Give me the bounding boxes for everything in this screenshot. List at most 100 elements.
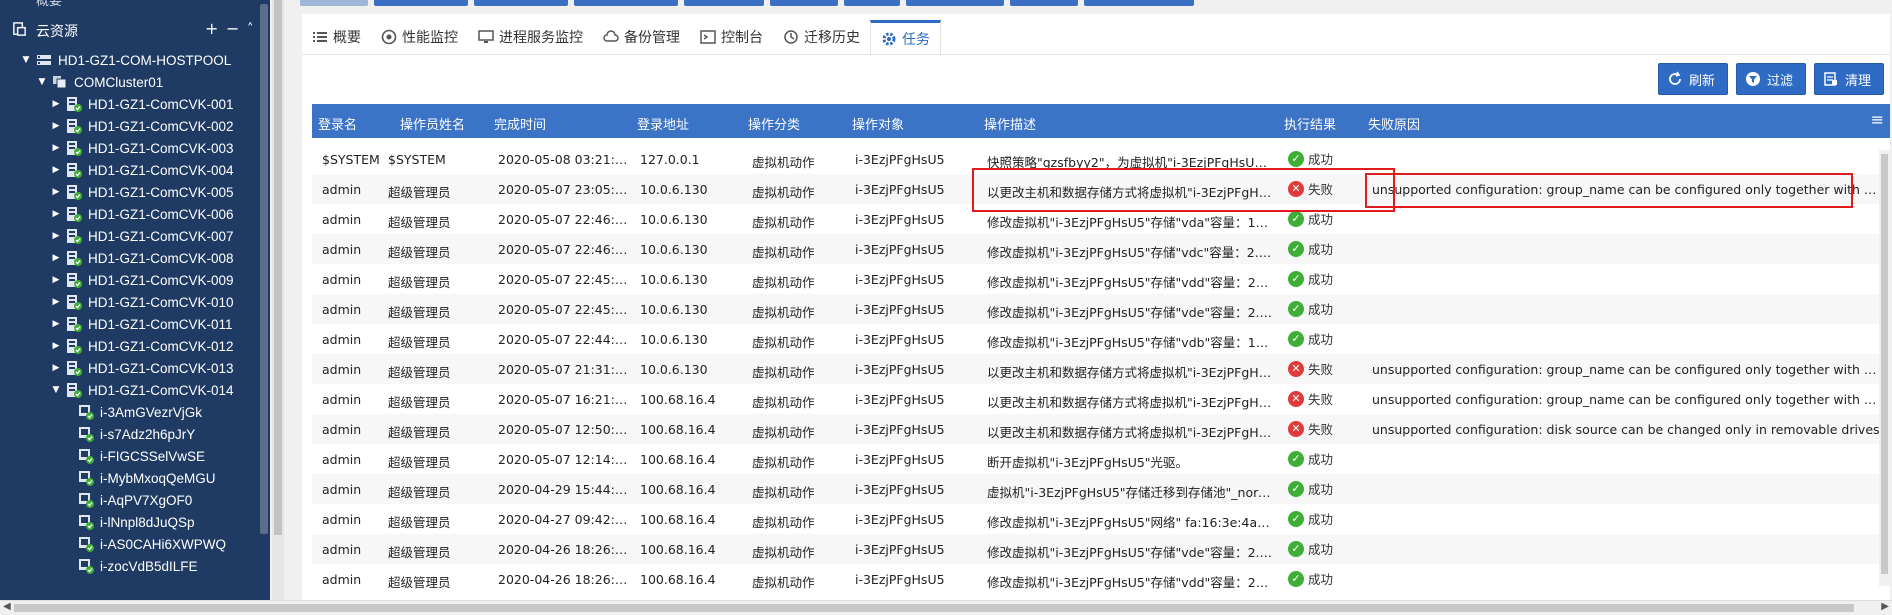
table-row[interactable]: admin 超级管理员 2020-05-07 12:50:54 100.68.16.4… xyxy=(312,414,1890,444)
top-button[interactable] xyxy=(374,0,468,6)
tree-node-host[interactable]: ▶ HD1-GZ1-ComCVK-009 xyxy=(50,269,234,291)
tree-node-vm[interactable]: i-AqPV7XgOF0 xyxy=(78,489,192,511)
table-vertical-scrollbar[interactable] xyxy=(1879,150,1890,586)
expand-right-icon[interactable]: ▶ xyxy=(50,363,62,373)
tree-node-vm[interactable]: i-AS0CAHi6XWPWQ xyxy=(78,533,226,555)
tree-node-vm[interactable]: i-3AmGVezrVjGk xyxy=(78,401,202,423)
col-header-target[interactable]: 操作对象 xyxy=(852,114,904,133)
tab-migration-history[interactable]: 迁移历史 xyxy=(773,20,870,54)
expand-down-icon[interactable]: ▼ xyxy=(36,77,48,87)
tree-node-vm[interactable]: i-lNnpl8dJuQSp xyxy=(78,511,195,533)
table-row[interactable]: admin 超级管理员 2020-05-07 16:21:07 100.68.16.4… xyxy=(312,384,1890,414)
top-button[interactable] xyxy=(770,0,838,6)
table-row[interactable]: admin 超级管理员 2020-05-07 21:31:11 10.0.6.130 虚… xyxy=(312,354,1890,384)
top-button[interactable] xyxy=(684,0,764,6)
tree-node-cluster[interactable]: ▼ COMCluster01 xyxy=(36,71,164,93)
tab-console[interactable]: 控制台 xyxy=(690,20,773,54)
expand-right-icon[interactable]: ▶ xyxy=(50,165,62,175)
tab-performance[interactable]: 性能监控 xyxy=(371,20,468,54)
tree-node-host[interactable]: ▶ HD1-GZ1-ComCVK-004 xyxy=(50,159,234,181)
horizontal-scrollbar[interactable]: ◀ ▶ xyxy=(0,600,1892,615)
expand-right-icon[interactable]: ▶ xyxy=(50,341,62,351)
top-button[interactable] xyxy=(1084,0,1194,6)
collapse-icon[interactable]: ˄ xyxy=(247,22,254,37)
add-icon[interactable]: + xyxy=(205,19,218,38)
tree-node-label: COMCluster01 xyxy=(74,74,164,90)
tree-node-host[interactable]: ▶ HD1-GZ1-ComCVK-007 xyxy=(50,225,234,247)
col-header-result[interactable]: 执行结果 xyxy=(1284,114,1336,133)
expand-right-icon[interactable]: ▶ xyxy=(50,319,62,329)
tree-node-host[interactable]: ▼ HD1-GZ1-ComCVK-014 xyxy=(50,379,234,401)
tree-node-host[interactable]: ▶ HD1-GZ1-ComCVK-013 xyxy=(50,357,234,379)
cell-target: i-3EzjPFgHsU5 xyxy=(855,422,945,437)
top-button[interactable] xyxy=(1010,0,1078,6)
tab-backup[interactable]: 备份管理 xyxy=(593,20,690,54)
col-header-address[interactable]: 登录地址 xyxy=(637,114,689,133)
top-button[interactable] xyxy=(906,0,1004,6)
col-header-login[interactable]: 登录名 xyxy=(318,114,357,133)
refresh-button[interactable]: 刷新 xyxy=(1657,63,1728,95)
sidebar-scrollbar[interactable] xyxy=(258,0,270,600)
cloud-resources-header[interactable]: 云资源 + − ˄ xyxy=(0,18,270,42)
tree-node-vm[interactable]: i-zocVdB5dILFE xyxy=(78,555,198,577)
expand-right-icon[interactable]: ▶ xyxy=(50,253,62,263)
tab-overview[interactable]: 概要 xyxy=(302,20,371,54)
vm-running-icon xyxy=(79,471,94,486)
col-header-fail-reason[interactable]: 失败原因 xyxy=(1368,114,1420,133)
scroll-left-icon[interactable]: ◀ xyxy=(3,601,11,612)
tree-node-host[interactable]: ▶ HD1-GZ1-ComCVK-010 xyxy=(50,291,234,313)
table-row[interactable]: admin 超级管理员 2020-04-26 18:26:29 100.68.16.4… xyxy=(312,534,1890,564)
tree-node-host[interactable]: ▶ HD1-GZ1-ComCVK-001 xyxy=(50,93,234,115)
expand-right-icon[interactable]: ▶ xyxy=(50,143,62,153)
expand-right-icon[interactable]: ▶ xyxy=(50,297,62,307)
table-row[interactable]: admin 超级管理员 2020-05-07 22:45:44 10.0.6.130 虚… xyxy=(312,294,1890,324)
table-row[interactable]: admin 超级管理员 2020-04-27 09:42:15 100.68.16.4… xyxy=(312,504,1890,534)
tree-node-vm[interactable]: i-FIGCSSelVwSE xyxy=(78,445,205,467)
table-row[interactable]: admin 超级管理员 2020-04-26 18:26:17 100.68.16.4… xyxy=(312,564,1890,594)
col-header-finish-time[interactable]: 完成时间 xyxy=(494,114,546,133)
col-header-category[interactable]: 操作分类 xyxy=(748,114,800,133)
tree-node-host[interactable]: ▶ HD1-GZ1-ComCVK-002 xyxy=(50,115,234,137)
tree-node-pool[interactable]: ▼ HD1-GZ1-COM-HOSTPOOL xyxy=(20,49,232,71)
clipped-nav-label[interactable]: 概要 xyxy=(36,0,62,9)
top-button[interactable] xyxy=(474,0,568,6)
expand-down-icon[interactable]: ▼ xyxy=(20,55,32,65)
top-button[interactable] xyxy=(300,0,368,6)
tree-node-vm[interactable]: i-s7Adz2h6pJrY xyxy=(78,423,195,445)
expand-right-icon[interactable]: ▶ xyxy=(50,231,62,241)
main-vertical-scrollbar[interactable] xyxy=(272,0,284,600)
expand-down-icon[interactable]: ▼ xyxy=(50,385,62,395)
tab-process-monitor[interactable]: 进程服务监控 xyxy=(468,20,593,54)
scroll-right-icon[interactable]: ▶ xyxy=(1881,601,1889,612)
tree-node-vm[interactable]: i-MybMxoqQeMGU xyxy=(78,467,216,489)
column-menu-icon[interactable]: ≡ xyxy=(1871,110,1884,129)
tree-node-host[interactable]: ▶ HD1-GZ1-ComCVK-003 xyxy=(50,137,234,159)
col-header-operator[interactable]: 操作员姓名 xyxy=(400,114,465,133)
cell-fail-reason: unsupported configuration: group_name ca… xyxy=(1372,392,1882,407)
expand-right-icon[interactable]: ▶ xyxy=(50,187,62,197)
expand-right-icon[interactable]: ▶ xyxy=(50,275,62,285)
table-row[interactable]: admin 超级管理员 2020-04-29 15:44:10 100.68.16.4… xyxy=(312,474,1890,504)
tree-node-host[interactable]: ▶ HD1-GZ1-ComCVK-012 xyxy=(50,335,234,357)
table-row[interactable]: admin 超级管理员 2020-05-07 22:44:37 10.0.6.130 虚… xyxy=(312,324,1890,354)
expand-right-icon[interactable]: ▶ xyxy=(50,209,62,219)
top-button[interactable] xyxy=(574,0,678,6)
clear-button[interactable]: 清理 xyxy=(1813,63,1884,95)
col-header-description[interactable]: 操作描述 xyxy=(984,114,1036,133)
top-button[interactable] xyxy=(844,0,900,6)
cell-login: admin xyxy=(322,362,362,377)
expand-right-icon[interactable]: ▶ xyxy=(50,99,62,109)
table-row[interactable]: admin 超级管理员 2020-05-07 22:45:58 10.0.6.130 虚… xyxy=(312,264,1890,294)
table-row[interactable]: admin 超级管理员 2020-05-07 12:14:58 100.68.16.4… xyxy=(312,444,1890,474)
tab-tasks[interactable]: 任务 xyxy=(870,20,941,54)
cell-description: 修改虚拟机"i-3EzjPFgHsU5"网络" fa:16:3e:4a:f2:f… xyxy=(987,515,1272,530)
cell-finish-time: 2020-05-07 16:21:07 xyxy=(498,392,628,407)
tree-node-host[interactable]: ▶ HD1-GZ1-ComCVK-011 xyxy=(50,313,233,335)
remove-icon[interactable]: − xyxy=(226,19,239,38)
tree-node-host[interactable]: ▶ HD1-GZ1-ComCVK-005 xyxy=(50,181,234,203)
tree-node-host[interactable]: ▶ HD1-GZ1-ComCVK-006 xyxy=(50,203,234,225)
tree-node-host[interactable]: ▶ HD1-GZ1-ComCVK-008 xyxy=(50,247,234,269)
filter-button[interactable]: 过滤 xyxy=(1735,63,1806,95)
expand-right-icon[interactable]: ▶ xyxy=(50,121,62,131)
table-row[interactable]: admin 超级管理员 2020-05-07 22:46:13 10.0.6.130 虚… xyxy=(312,234,1890,264)
